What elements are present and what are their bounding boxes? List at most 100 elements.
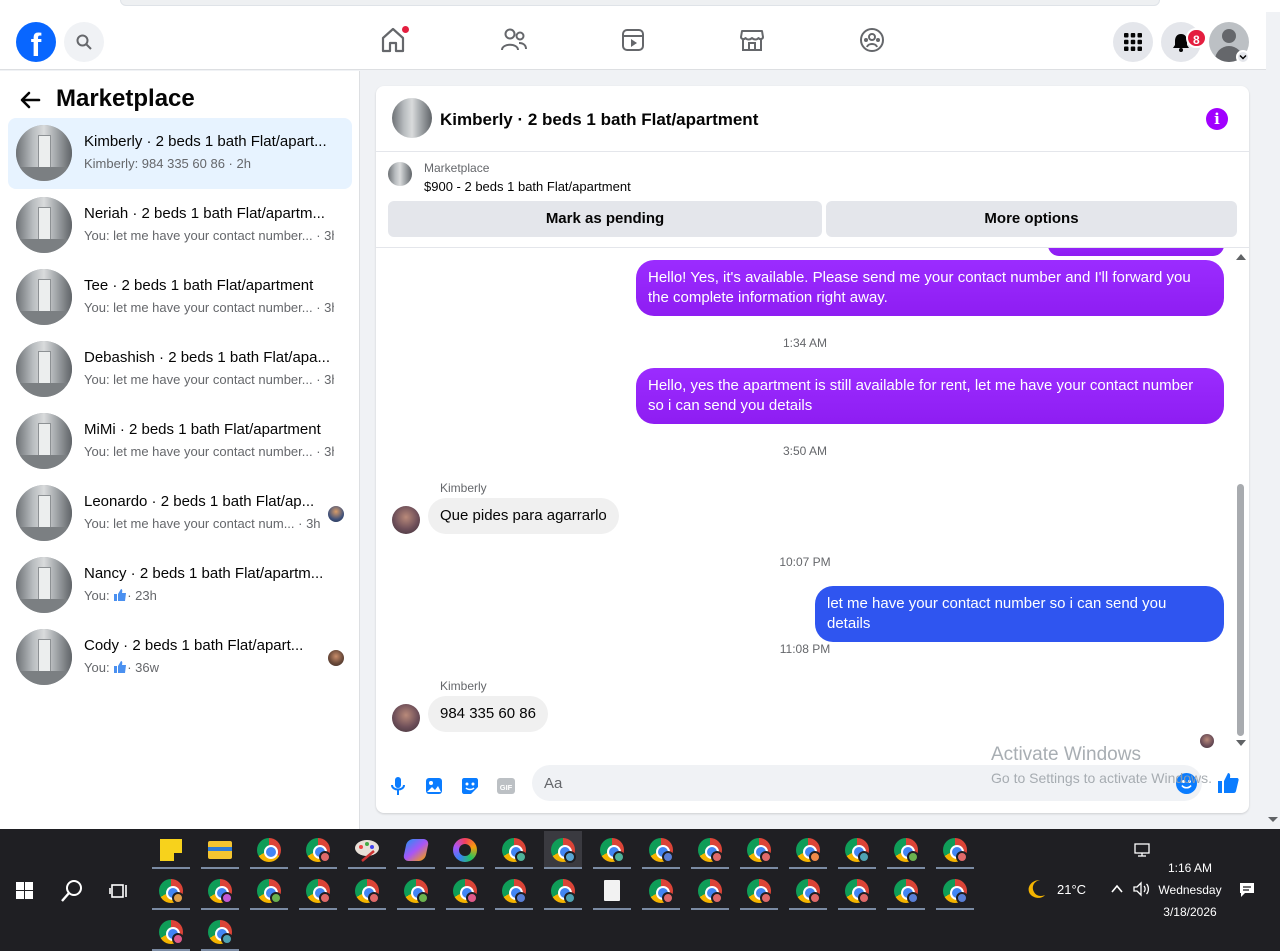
- scrollbar-thumb[interactable]: [1237, 484, 1244, 736]
- account-caret-icon[interactable]: [1236, 50, 1250, 64]
- more-options-button[interactable]: More options: [826, 201, 1237, 237]
- facebook-logo[interactable]: f: [16, 22, 56, 62]
- browser-toolbar: [0, 0, 1280, 12]
- sender-avatar[interactable]: [392, 506, 420, 534]
- chrome-profile-taskbar-icon[interactable]: [838, 872, 876, 910]
- chrome-profile-taskbar-icon[interactable]: [544, 872, 582, 910]
- friends-nav-tab[interactable]: [500, 26, 528, 56]
- chrome-profile-taskbar-icon[interactable]: [740, 831, 778, 869]
- home-nav-tab[interactable]: [380, 26, 409, 56]
- chrome-profile-taskbar-icon[interactable]: [740, 872, 778, 910]
- listing-source: Marketplace: [424, 161, 490, 175]
- video-nav-tab[interactable]: [620, 26, 648, 56]
- mark-as-pending-button[interactable]: Mark as pending: [388, 201, 822, 237]
- chrome-profile-taskbar-icon-active[interactable]: [544, 831, 582, 869]
- conversation-item[interactable]: Kimberly · 2 beds 1 bath Flat/apart... K…: [8, 118, 352, 189]
- page-scrollbar[interactable]: [1266, 12, 1280, 829]
- chrome-profile-taskbar-icon[interactable]: [936, 872, 974, 910]
- page-scroll-down-icon[interactable]: [1268, 817, 1278, 822]
- chrome-profile-taskbar-icon[interactable]: [348, 872, 386, 910]
- chrome-profile-taskbar-icon[interactable]: [299, 872, 337, 910]
- groups-nav-tab[interactable]: [859, 26, 887, 56]
- volume-icon[interactable]: [1132, 881, 1150, 897]
- chrome-profile-taskbar-icon[interactable]: [936, 831, 974, 869]
- chrome-profile-taskbar-icon[interactable]: [495, 831, 533, 869]
- conversation-name: Neriah · 2 beds 1 bath Flat/apartm...: [84, 205, 325, 222]
- conversation-item[interactable]: Cody · 2 beds 1 bath Flat/apart... You: …: [8, 622, 352, 693]
- like-thumbs-up-icon[interactable]: [1216, 771, 1240, 795]
- chrome-profile-taskbar-icon[interactable]: [397, 872, 435, 910]
- chrome-profile-taskbar-icon[interactable]: [446, 872, 484, 910]
- scroll-up-arrow-icon[interactable]: [1236, 254, 1246, 260]
- chrome-profile-taskbar-icon[interactable]: [887, 831, 925, 869]
- chrome-profile-taskbar-icon[interactable]: [152, 913, 190, 951]
- chrome-profile-taskbar-icon[interactable]: [152, 872, 190, 910]
- conversation-name: Nancy · 2 beds 1 bath Flat/apartm...: [84, 565, 324, 582]
- chrome-profile-taskbar-icon[interactable]: [250, 872, 288, 910]
- message-scrollbar[interactable]: [1233, 248, 1249, 753]
- conversation-item[interactable]: Leonardo · 2 beds 1 bath Flat/ap... You:…: [8, 478, 352, 549]
- chrome-profile-taskbar-icon[interactable]: [838, 831, 876, 869]
- network-icon[interactable]: [1133, 842, 1151, 858]
- listing-thumbnail: [16, 341, 72, 397]
- show-hidden-icons-chevron-icon[interactable]: [1110, 883, 1124, 895]
- conversation-title[interactable]: Kimberly · 2 beds 1 bath Flat/apartment: [440, 110, 758, 130]
- chrome-profile-taskbar-icon[interactable]: [789, 831, 827, 869]
- menu-button[interactable]: [1113, 22, 1153, 62]
- chrome-profile-taskbar-icon[interactable]: [299, 831, 337, 869]
- gif-icon[interactable]: GIF: [495, 775, 517, 797]
- conversation-item[interactable]: Nancy · 2 beds 1 bath Flat/apartm... You…: [8, 550, 352, 621]
- scroll-down-arrow-icon[interactable]: [1236, 740, 1246, 746]
- listing-thumbnail[interactable]: [392, 98, 432, 138]
- conversation-item[interactable]: Tee · 2 beds 1 bath Flat/apartment You: …: [8, 262, 352, 333]
- conversation-item[interactable]: Neriah · 2 beds 1 bath Flat/apartm... Yo…: [8, 190, 352, 261]
- video-icon: [622, 29, 644, 51]
- clock-date[interactable]: 3/18/2026: [1150, 905, 1230, 919]
- info-icon[interactable]: i: [1206, 108, 1228, 130]
- sender-name: Kimberly: [440, 481, 487, 495]
- sticker-icon[interactable]: [459, 775, 481, 797]
- chrome-profile-taskbar-icon[interactable]: [593, 831, 631, 869]
- file-explorer-taskbar-icon[interactable]: [201, 831, 239, 869]
- notepad-taskbar-icon[interactable]: [593, 872, 631, 910]
- chrome-profile-taskbar-icon[interactable]: [201, 913, 239, 951]
- listing-price-title[interactable]: $900 - 2 beds 1 bath Flat/apartment: [424, 179, 631, 194]
- paint-taskbar-icon[interactable]: [348, 831, 386, 869]
- back-arrow-icon[interactable]: [18, 88, 42, 112]
- chrome-profile-taskbar-icon[interactable]: [642, 831, 680, 869]
- address-bar[interactable]: [120, 0, 1160, 6]
- chrome-profile-taskbar-icon[interactable]: [887, 872, 925, 910]
- chrome-profile-taskbar-icon[interactable]: [201, 872, 239, 910]
- chrome-taskbar-icon[interactable]: [250, 831, 288, 869]
- chrome-profile-taskbar-icon[interactable]: [691, 872, 729, 910]
- conversation-item[interactable]: MiMi · 2 beds 1 bath Flat/apartment You:…: [8, 406, 352, 477]
- chrome-profile-taskbar-icon[interactable]: [789, 872, 827, 910]
- outgoing-message: Hello, yes the apartment is still availa…: [636, 368, 1224, 424]
- chrome-profile-taskbar-icon[interactable]: [642, 872, 680, 910]
- search-button[interactable]: [64, 22, 104, 62]
- sticky-notes-taskbar-icon[interactable]: [152, 831, 190, 869]
- photo-icon[interactable]: [423, 775, 445, 797]
- menu-grid-icon: [1124, 33, 1142, 51]
- sender-avatar[interactable]: [392, 704, 420, 732]
- message-input[interactable]: [544, 765, 1144, 801]
- clock-time[interactable]: 1:16 AM: [1150, 861, 1230, 875]
- copilot-taskbar-icon[interactable]: [397, 831, 435, 869]
- marketplace-nav-tab[interactable]: [739, 26, 767, 56]
- weather-temperature[interactable]: 21°C: [1057, 882, 1086, 897]
- taskbar-search-icon[interactable]: [60, 879, 84, 903]
- incoming-message: Que pides para agarrarlo: [428, 498, 619, 534]
- facebook-header: f 8: [0, 12, 1266, 70]
- microphone-icon[interactable]: [387, 775, 409, 797]
- clock-day[interactable]: Wednesday: [1150, 883, 1230, 897]
- chrome-profile-taskbar-icon[interactable]: [691, 831, 729, 869]
- windows-start-icon[interactable]: [16, 882, 33, 899]
- notification-center-icon[interactable]: [1238, 881, 1256, 899]
- seen-avatar: [328, 506, 344, 522]
- photos-taskbar-icon[interactable]: [446, 831, 484, 869]
- conversation-item[interactable]: Debashish · 2 beds 1 bath Flat/apa... Yo…: [8, 334, 352, 405]
- emoji-icon[interactable]: [1176, 773, 1197, 794]
- moon-weather-icon[interactable]: [1026, 878, 1048, 900]
- task-view-icon[interactable]: [108, 879, 132, 903]
- chrome-profile-taskbar-icon[interactable]: [495, 872, 533, 910]
